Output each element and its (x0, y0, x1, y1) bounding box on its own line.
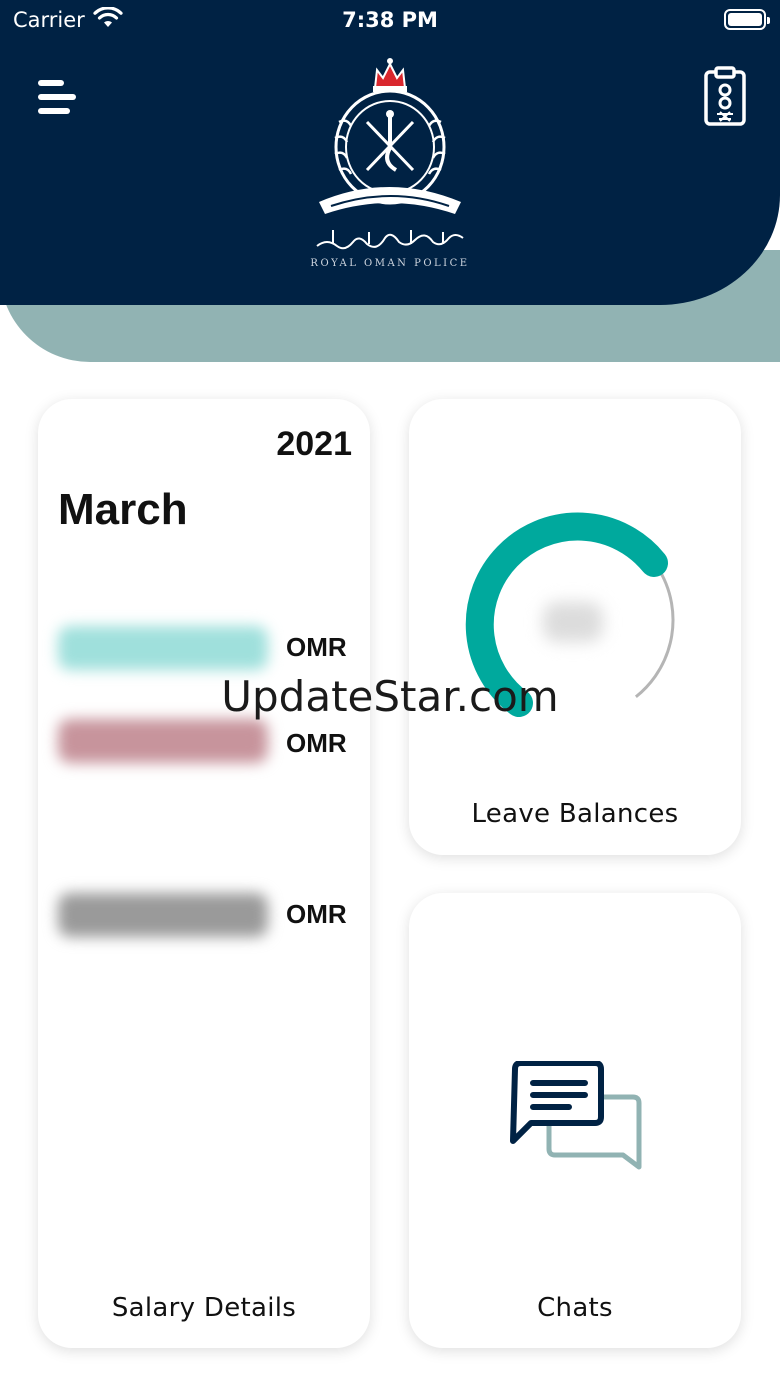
chat-bubbles-icon (510, 1061, 642, 1170)
arabic-calligraphy-logo (316, 230, 464, 250)
currency-label: OMR (286, 728, 347, 758)
salary-details-label: Salary Details (111, 1293, 297, 1323)
chats-label: Chats (537, 1293, 613, 1323)
salary-month: March (58, 485, 188, 534)
blurred-amount (58, 626, 268, 670)
battery-icon (724, 9, 770, 30)
currency-label: OMR (286, 899, 347, 929)
status-bar: Carrier 7:38 PM (0, 0, 780, 40)
royal-oman-police-emblem (319, 58, 461, 214)
menu-button[interactable] (34, 74, 80, 120)
blurred-amount (58, 719, 268, 763)
leave-balances-label: Leave Balances (471, 799, 679, 829)
blurred-balance (543, 602, 603, 642)
menu-bar (38, 108, 70, 114)
menu-bar (38, 80, 64, 86)
blurred-amount (58, 893, 268, 937)
salary-details-card[interactable]: 2021 March OMR OMR OMR Salary Details (38, 399, 370, 1348)
currency-label: OMR (286, 632, 347, 662)
menu-bar (38, 94, 76, 100)
status-time: 7:38 PM (342, 8, 438, 32)
organization-name: ROYAL OMAN POLICE (310, 258, 470, 269)
app-header: Carrier 7:38 PM ROYAL OMAN POLICE (0, 0, 780, 305)
chats-card[interactable]: Chats (409, 893, 741, 1348)
salary-year: 2021 (276, 425, 352, 463)
id-badge-icon[interactable] (702, 66, 748, 128)
leave-balances-card[interactable]: Leave Balances (409, 399, 741, 855)
